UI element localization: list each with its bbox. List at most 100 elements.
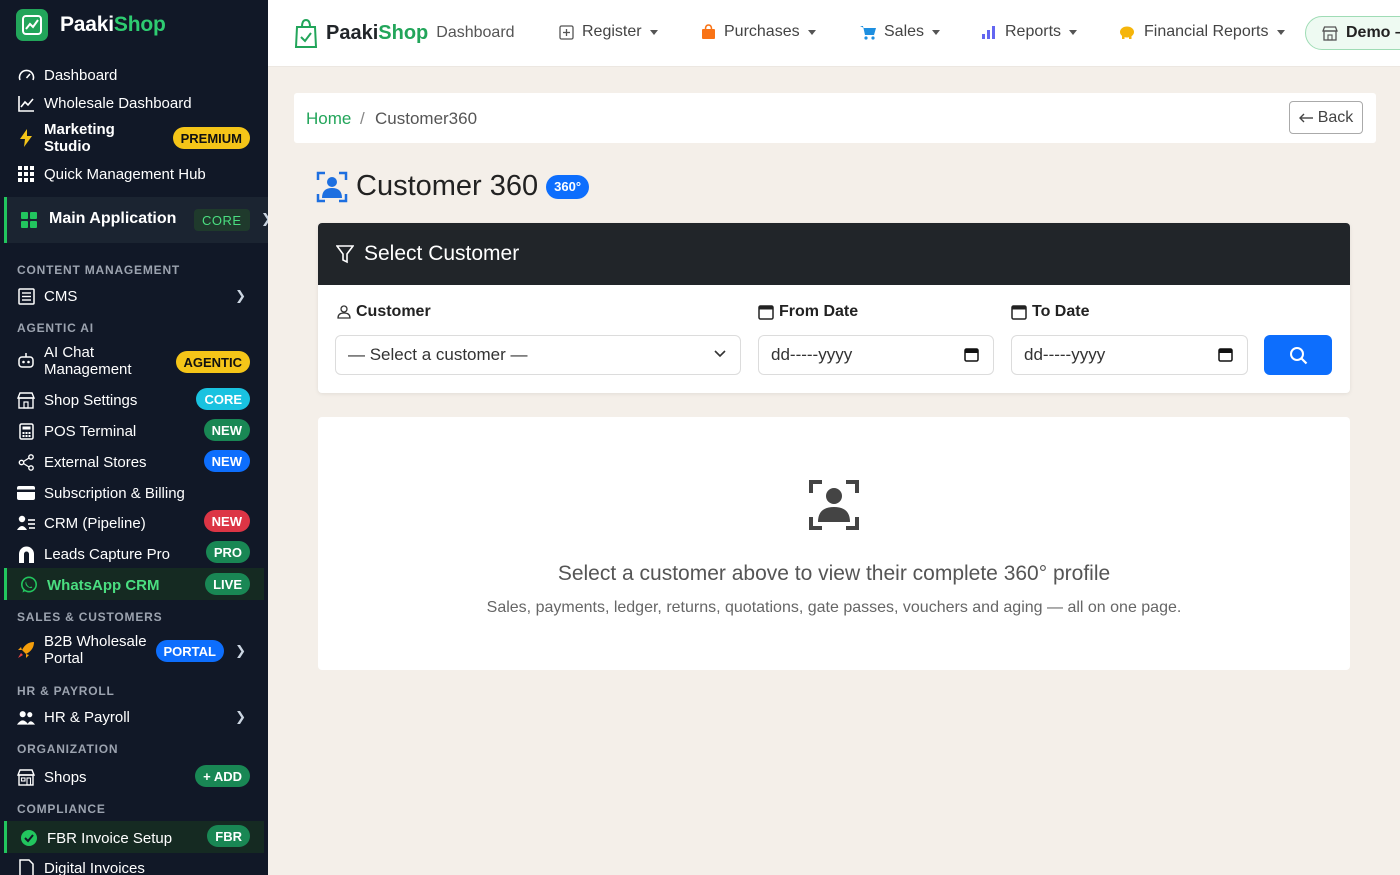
nav-label: Register [582, 23, 642, 40]
sidebar-item-dashboard[interactable]: Dashboard [17, 66, 117, 84]
section-title: ORGANIZATION [17, 742, 119, 756]
storefront-icon [17, 768, 35, 786]
section-title: AGENTIC AI [17, 321, 94, 335]
line-chart-icon [17, 94, 35, 112]
whatsapp-icon [20, 576, 38, 594]
apps-icon [21, 212, 37, 228]
people-icon [17, 708, 35, 726]
sidebar-item-leads-capture-pro[interactable]: Leads Capture Pro [17, 545, 170, 563]
customer-select[interactable]: — Select a customer — [335, 335, 741, 375]
sidebar-brand-name: PaakiShop [60, 13, 166, 36]
search-button[interactable] [1264, 335, 1332, 375]
top-navbar: PaakiShop Dashboard Register Purchases S… [268, 0, 1400, 67]
shop-switcher-button[interactable]: Demo – [1305, 16, 1400, 50]
sidebar-item-wholesale-dashboard[interactable]: Wholesale Dashboard [17, 94, 192, 112]
customer-select-value: — Select a customer — [348, 345, 528, 364]
sidebar-item-label: Shops [44, 768, 87, 786]
section-title: HR & PAYROLL [17, 684, 115, 698]
sidebar-item-main-application[interactable]: Main Application CORE ❯ [4, 197, 268, 243]
nav-sales[interactable]: Sales [860, 23, 941, 41]
new-badge: NEW [203, 419, 250, 441]
sidebar-item-fbr-invoice-setup[interactable]: FBR Invoice Setup [20, 829, 172, 847]
sidebar-item-label: Main Application [49, 210, 177, 227]
add-shop-button[interactable]: + ADD [195, 765, 250, 787]
sidebar-item-shops[interactable]: Shops [17, 768, 87, 786]
chevron-right-icon[interactable]: ❯ [235, 709, 246, 725]
sidebar-item-label: HR & Payroll [44, 708, 130, 726]
caret-down-icon [1276, 29, 1285, 35]
sidebar-item-b2b-wholesale-portal[interactable]: B2B Wholesale Portal [17, 633, 147, 667]
sidebar-item-external-stores[interactable]: External Stores [17, 453, 147, 471]
share-icon [17, 453, 35, 471]
new-badge: NEW [203, 510, 250, 532]
sidebar-item-ai-chat-management[interactable]: AI Chat Management [17, 344, 132, 378]
empty-state-card: Select a customer above to view their co… [318, 417, 1350, 670]
store-icon [1322, 25, 1338, 41]
user-frame-icon [316, 171, 348, 203]
from-date-input[interactable]: dd-----yyyy [758, 335, 994, 375]
customer-label: Customer [337, 303, 431, 321]
shopping-bag-icon [701, 24, 716, 40]
caret-down-icon [807, 29, 816, 35]
360-badge: 360° [546, 174, 590, 199]
to-date-input[interactable]: dd-----yyyy [1011, 335, 1248, 375]
sidebar-item-shop-settings[interactable]: Shop Settings [17, 391, 137, 409]
sidebar-item-label: Marketing Studio [44, 121, 115, 155]
caret-down-icon [649, 29, 658, 35]
page-title-text: Customer 360 [356, 170, 539, 202]
from-date-value: dd-----yyyy [771, 345, 853, 364]
calendar-icon [758, 304, 774, 320]
sidebar-item-quick-management-hub[interactable]: Quick Management Hub [17, 165, 206, 183]
nav-purchases[interactable]: Purchases [701, 23, 816, 41]
sidebar-item-label: CMS [44, 287, 78, 305]
chevron-right-icon[interactable]: ❯ [235, 643, 246, 659]
sidebar-item-whatsapp-crm[interactable]: WhatsApp CRM [20, 576, 160, 594]
fbr-badge: FBR [207, 825, 250, 847]
page-title: Customer 360 360° [316, 170, 590, 203]
agentic-badge: AGENTIC [175, 351, 250, 373]
breadcrumb-separator: / [360, 109, 365, 128]
filter-icon [336, 244, 354, 264]
customer-label-text: Customer [356, 303, 431, 320]
sidebar-item-pos-terminal[interactable]: POS Terminal [17, 422, 136, 440]
empty-state-heading: Select a customer above to view their co… [557, 562, 1111, 585]
breadcrumb-home-link[interactable]: Home [306, 109, 351, 129]
sidebar-item-label: Subscription & Billing [44, 484, 185, 502]
calculator-icon [17, 422, 35, 440]
sidebar-item-subscription-billing[interactable]: Subscription & Billing [17, 484, 185, 502]
breadcrumb-current: Customer360 [375, 109, 478, 128]
sidebar-item-label: CRM (Pipeline) [44, 514, 146, 532]
nav-reports[interactable]: Reports [981, 23, 1078, 41]
arrow-left-icon [1298, 113, 1313, 123]
nav-register[interactable]: Register [559, 23, 658, 41]
from-date-label-text: From Date [779, 303, 859, 320]
sidebar-brand[interactable]: PaakiShop [16, 9, 166, 41]
to-date-label-text: To Date [1032, 303, 1090, 320]
chevron-down-icon [714, 350, 726, 358]
sidebar-item-hr-payroll[interactable]: HR & Payroll [17, 708, 130, 726]
sidebar-item-cms[interactable]: CMS [17, 287, 77, 305]
shop-icon [17, 391, 35, 409]
calendar-picker-icon[interactable] [1218, 347, 1233, 362]
file-icon [17, 859, 35, 875]
card-header: Select Customer [318, 223, 1350, 285]
back-button[interactable]: Back [1289, 101, 1363, 134]
nav-label: Sales [884, 23, 925, 40]
nav-financial-reports[interactable]: Financial Reports [1119, 23, 1285, 41]
shopping-bag-check-icon [294, 18, 318, 48]
navbar-brand[interactable]: PaakiShop Dashboard [294, 18, 515, 48]
sidebar-item-label: Shop Settings [44, 391, 138, 409]
chevron-right-icon[interactable]: ❯ [235, 288, 246, 304]
sidebar-item-label: Leads Capture Pro [44, 545, 170, 563]
sidebar-item-label: WhatsApp CRM [47, 576, 160, 594]
rocket-icon [17, 641, 35, 659]
check-badge-icon [20, 829, 38, 847]
sidebar-item-marketing-studio[interactable]: Marketing Studio [17, 121, 115, 155]
calendar-picker-icon[interactable] [964, 347, 979, 362]
sidebar-item-label: Quick Management Hub [44, 165, 206, 183]
navbar-dashboard-link[interactable]: Dashboard [436, 24, 514, 42]
person-icon [337, 305, 351, 319]
sidebar-item-crm-pipeline[interactable]: CRM (Pipeline) [17, 514, 146, 532]
sidebar-item-digital-invoices[interactable]: Digital Invoices [17, 859, 145, 875]
premium-badge: PREMIUM [172, 127, 250, 149]
